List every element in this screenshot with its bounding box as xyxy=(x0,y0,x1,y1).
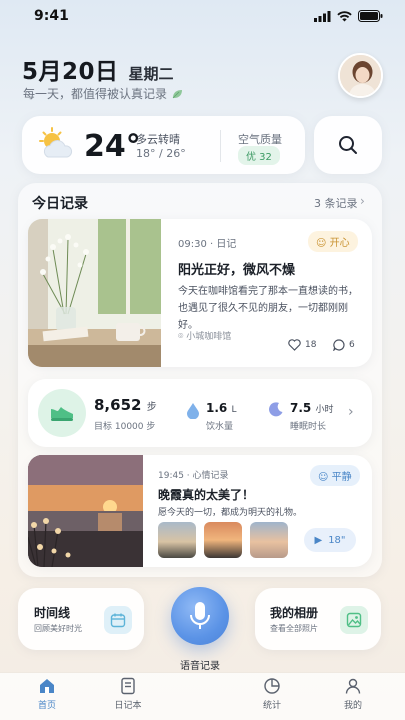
mood-label: 开心 xyxy=(329,238,350,249)
water-unit: L xyxy=(231,405,237,415)
calm-face-icon: ☺ xyxy=(318,472,332,483)
entry-body: 愿今天的一切，都成为明天的礼物。 xyxy=(158,508,303,518)
timeline-title: 时间线 xyxy=(34,606,71,620)
moon-icon xyxy=(269,402,283,417)
location[interactable]: ⌾ 小城咖啡馆 xyxy=(178,329,231,342)
subtitle: 每一天，都值得被认真记录 xyxy=(23,85,183,102)
avatar[interactable] xyxy=(338,53,383,98)
sneaker-icon xyxy=(51,407,73,421)
photo-thumbnail[interactable] xyxy=(250,522,288,558)
home-icon xyxy=(40,679,54,693)
weekday-text: 星期二 xyxy=(128,65,174,83)
pie-chart-icon xyxy=(264,678,280,694)
image-icon xyxy=(340,606,368,634)
entry-meta: 19:45 · 心情记录 xyxy=(158,471,229,481)
status-time: 9:41 xyxy=(34,8,69,24)
water-label: 饮水量 xyxy=(206,422,234,432)
temperature: 24° xyxy=(84,129,141,164)
entry-body: 今天在咖啡馆看完了那本一直想读的书， 也遇见了很久不见的朋友，一切都刚刚好。 xyxy=(178,283,364,334)
comment-count: 6 xyxy=(349,340,355,350)
chevron-right-icon[interactable]: › xyxy=(348,404,354,420)
tab-label: 首页 xyxy=(37,701,56,711)
temperature-range: 18° / 26° xyxy=(136,147,186,160)
partly-cloudy-icon xyxy=(39,127,73,158)
search-icon xyxy=(339,136,357,154)
record-count-link[interactable]: 3 条记录 xyxy=(314,195,358,211)
location-text: 小城咖啡馆 xyxy=(186,332,232,342)
microphone-icon xyxy=(190,602,210,629)
entry-title: 阳光正好，微风不燥 xyxy=(178,263,296,278)
chevron-right-icon[interactable]: › xyxy=(360,194,365,208)
heart-icon xyxy=(288,339,301,351)
like-button[interactable]: 18 xyxy=(288,339,316,351)
sleep-duration: 7.5 小时 xyxy=(290,401,333,415)
mood-tag[interactable]: ☺ 开心 xyxy=(308,231,358,252)
subtitle-text: 每一天，都值得被认真记录 xyxy=(23,87,168,101)
sunset-image xyxy=(28,455,143,567)
entry-title: 晚霞真的太美了！ xyxy=(158,488,255,502)
tab-profile[interactable]: 我的 xyxy=(328,677,378,711)
sleep-value: 7.5 xyxy=(290,401,312,415)
water-intake: 1.6 L xyxy=(206,401,236,415)
voice-clip-button[interactable]: ▶ 18" xyxy=(304,528,356,552)
timeline-subtitle: 回顾美好时光 xyxy=(34,624,82,633)
album-subtitle: 查看全部照片 xyxy=(270,624,318,633)
tab-home[interactable]: 首页 xyxy=(22,677,72,711)
date-text: 5月20日 xyxy=(22,59,119,85)
water-value: 1.6 xyxy=(206,401,228,415)
tab-notebook[interactable]: 日记本 xyxy=(103,677,153,711)
user-icon xyxy=(345,678,361,694)
tab-label: 我的 xyxy=(343,701,362,711)
tab-label: 日记本 xyxy=(114,701,142,711)
step-goal: 目标 10000 步 xyxy=(94,422,156,432)
step-value: 8,652 xyxy=(94,396,142,414)
mood-tag[interactable]: ☺ 平静 xyxy=(310,465,360,486)
sleep-unit: 小时 xyxy=(315,405,334,415)
air-quality-badge: 优 32 xyxy=(238,146,280,165)
tab-label: 统计 xyxy=(262,701,281,711)
status-icons xyxy=(314,10,383,22)
search-button[interactable] xyxy=(314,116,382,174)
entry-body-line: 今天在咖啡馆看完了那本一直想读的书， xyxy=(178,286,358,297)
voice-record-label: 语音记录 xyxy=(180,661,220,672)
steps-badge xyxy=(38,389,86,437)
mood-label: 平静 xyxy=(331,472,352,483)
signal-icon xyxy=(314,10,331,22)
water-drop-icon xyxy=(187,403,199,419)
wifi-icon xyxy=(337,10,352,21)
notebook-icon xyxy=(121,677,135,695)
section-title: 今日记录 xyxy=(32,196,88,212)
date-header: 5月20日 星期二 xyxy=(22,52,174,86)
comment-button[interactable]: 6 xyxy=(333,339,355,351)
flowers-by-window-image xyxy=(28,219,161,367)
battery-icon xyxy=(358,10,383,22)
sleep-label: 睡眠时长 xyxy=(290,422,327,432)
play-icon: ▶ xyxy=(314,534,323,546)
voice-length: 18" xyxy=(328,534,346,546)
weather-condition: 多云转晴 xyxy=(136,133,180,146)
step-unit: 步 xyxy=(146,402,157,413)
photo-thumbnail[interactable] xyxy=(204,522,242,558)
divider xyxy=(220,130,221,162)
entry-meta: 09:30 · 日记 xyxy=(178,239,237,250)
calendar-icon xyxy=(104,606,132,634)
like-count: 18 xyxy=(305,340,317,350)
tab-stats[interactable]: 统计 xyxy=(247,677,297,711)
avatar-portrait xyxy=(340,55,381,96)
entry-photo[interactable] xyxy=(28,219,161,367)
album-title: 我的相册 xyxy=(270,606,319,620)
air-quality-label: 空气质量 xyxy=(238,133,282,146)
step-count: 8,652 步 xyxy=(94,396,157,414)
entry-photo[interactable] xyxy=(28,455,143,567)
photo-thumbnail[interactable] xyxy=(158,522,196,558)
leaf-icon xyxy=(172,89,183,98)
comment-icon xyxy=(333,339,345,351)
voice-record-button[interactable] xyxy=(171,587,229,645)
smile-icon: ☺ xyxy=(316,238,330,249)
